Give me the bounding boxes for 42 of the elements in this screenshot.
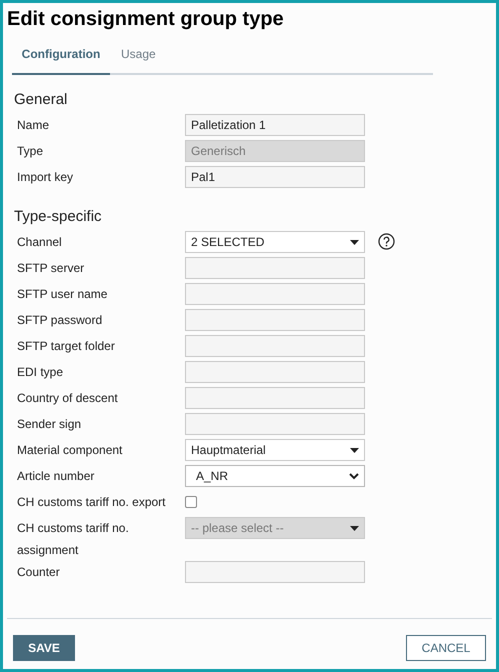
text-field[interactable] <box>185 309 365 331</box>
field-label: SFTP user name <box>16 286 108 303</box>
select-field[interactable]: A_NR <box>185 465 365 487</box>
field-label: SFTP server <box>16 260 86 277</box>
text-field[interactable] <box>185 283 365 305</box>
field-label: CH customs tariff no. assignment <box>16 520 130 559</box>
text-field[interactable] <box>185 387 365 409</box>
section-heading: Type-specific <box>14 208 102 226</box>
chevron-down-icon <box>349 472 359 480</box>
field-label: Article number <box>16 468 96 485</box>
field-label: EDI type <box>16 364 64 381</box>
field-label: Material component <box>16 442 124 459</box>
tab[interactable]: Usage <box>110 45 167 75</box>
text-field[interactable]: Palletization 1 <box>185 114 365 136</box>
checkbox[interactable] <box>185 496 197 508</box>
field-label: Name <box>16 117 50 134</box>
field-label: Channel <box>16 234 63 251</box>
save-button[interactable]: SAVE <box>13 635 75 661</box>
field-label: Import key <box>16 169 74 186</box>
dropdown[interactable]: 2 SELECTED <box>185 231 365 253</box>
help-icon[interactable] <box>378 233 395 250</box>
field-label: Counter <box>16 564 61 581</box>
text-field[interactable] <box>185 413 365 435</box>
text-field[interactable]: Pal1 <box>185 166 365 188</box>
window-title: Edit consignment group type <box>6 7 285 29</box>
cancel-button[interactable]: CANCEL <box>406 635 486 661</box>
field-label: Country of descent <box>16 390 119 407</box>
tab[interactable]: Configuration <box>12 45 110 75</box>
field-label: SFTP password <box>16 312 104 329</box>
dropdown[interactable]: Hauptmaterial <box>185 439 365 461</box>
text-field[interactable] <box>185 561 365 583</box>
section-heading: General <box>14 91 68 109</box>
field-label: CH customs tariff no. export <box>16 494 166 511</box>
text-field[interactable] <box>185 335 365 357</box>
text-field[interactable] <box>185 257 365 279</box>
field-label: Type <box>16 143 44 160</box>
text-field[interactable] <box>185 361 365 383</box>
field-label: Sender sign <box>16 416 82 433</box>
caret-icon <box>350 526 359 530</box>
caret-icon <box>350 448 359 452</box>
field-label: SFTP target folder <box>16 338 116 355</box>
caret-icon <box>350 240 359 244</box>
